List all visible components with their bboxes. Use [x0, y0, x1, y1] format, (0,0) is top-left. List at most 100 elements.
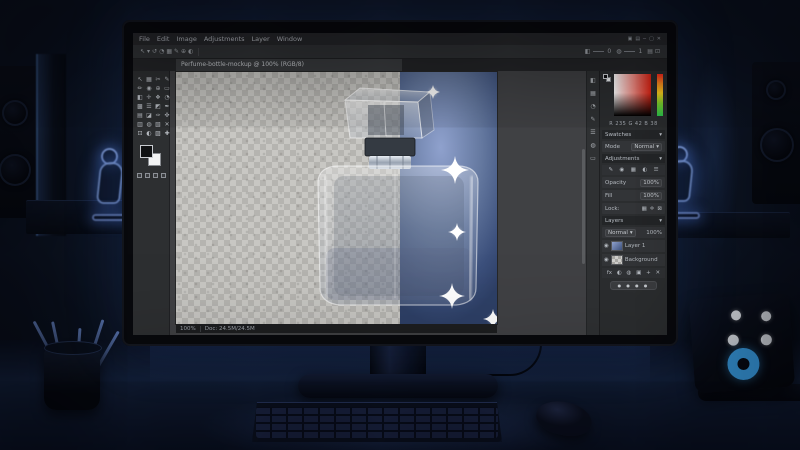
tool-icon[interactable]: ▧	[154, 121, 162, 129]
swatches-header[interactable]: Swatches ▾	[602, 130, 665, 139]
lock-icon[interactable]: ✛	[650, 206, 655, 212]
tool-icon[interactable]: ❖	[154, 94, 162, 102]
layers-panel-button[interactable]: ◐	[617, 270, 622, 276]
option-tool-icon[interactable]: ↖	[140, 48, 145, 55]
dock-mini-button[interactable]	[137, 173, 142, 178]
tool-icon[interactable]: ◧	[136, 94, 144, 102]
adjustment-icon[interactable]: ◐	[642, 167, 647, 173]
panel-dock-icon[interactable]: ◍	[589, 141, 598, 150]
tool-icon[interactable]: ⊕	[154, 85, 162, 93]
adjustment-icon[interactable]: ▦	[631, 167, 636, 173]
tool-icon[interactable]: ⊡	[136, 130, 144, 138]
layer-row[interactable]: ◉ Layer 1	[602, 240, 665, 252]
menu-item[interactable]: Adjustments	[204, 35, 245, 43]
option-icon[interactable]: ▤	[647, 48, 653, 55]
window-control-icon[interactable]: ▢	[649, 36, 654, 42]
panel-dock-icon[interactable]: ◔	[589, 102, 598, 111]
dock-mini-button[interactable]	[153, 173, 158, 178]
dock-mini-button[interactable]	[145, 173, 150, 178]
option-slider-icon[interactable]: ◧	[585, 48, 591, 55]
option-tool-icon[interactable]: ↺	[152, 48, 157, 55]
window-control-icon[interactable]: ▣	[628, 36, 633, 42]
visibility-eye-icon[interactable]: ◉	[604, 243, 609, 249]
window-control-icon[interactable]: ─	[643, 36, 646, 42]
tool-icon[interactable]: ▦	[145, 76, 153, 84]
panel-dock-icon[interactable]: ▭	[589, 154, 598, 163]
menu-item[interactable]: Image	[176, 35, 196, 43]
panel-dock-icon[interactable]: ◧	[589, 76, 598, 85]
option-tool-icon[interactable]: ◔	[159, 48, 164, 55]
layers-panel-button[interactable]: ✕	[656, 270, 661, 276]
panel-dock-icon[interactable]: ✎	[589, 115, 598, 124]
tool-icon[interactable]: ◍	[145, 121, 153, 129]
window-control-icon[interactable]: ✕	[657, 36, 661, 42]
option-icon[interactable]: ⊡	[655, 48, 660, 55]
adjustment-icon[interactable]: ✎	[608, 167, 613, 173]
lock-icon[interactable]: ▦	[642, 206, 647, 212]
tool-icon[interactable]: ◪	[145, 112, 153, 120]
layers-blend-select[interactable]: Normal ▾	[605, 229, 636, 237]
layers-header[interactable]: Layers ▾	[602, 216, 665, 225]
vertical-scrollbar[interactable]	[582, 149, 585, 264]
chevron-down-icon[interactable]: ▾	[659, 156, 662, 162]
tool-icon[interactable]: ☰	[145, 103, 153, 111]
document-tab-strip: Perfume-bottle-mockup @ 100% (RGB/8)	[133, 59, 667, 71]
option-tool-icon[interactable]: ▦	[166, 48, 172, 55]
lock-icon[interactable]: ⊠	[657, 206, 662, 212]
chevron-down-icon[interactable]: ▾	[659, 218, 662, 224]
document-tab[interactable]: Perfume-bottle-mockup @ 100% (RGB/8)	[176, 59, 402, 71]
layers-panel-button[interactable]: fx	[607, 270, 612, 276]
panel-wide-button[interactable]: ● ● ● ●	[610, 281, 657, 290]
saturation-value-picker[interactable]	[614, 74, 651, 116]
mini-foreground-swatch[interactable]	[603, 74, 608, 79]
visibility-eye-icon[interactable]: ◉	[604, 257, 609, 263]
blend-mode-select[interactable]: Normal ▾	[631, 143, 662, 151]
hue-slider[interactable]	[657, 74, 663, 116]
tool-icon[interactable]: ◩	[154, 103, 162, 111]
adjustment-icon[interactable]: ◉	[619, 167, 624, 173]
adjustments-header[interactable]: Adjustments ▾	[602, 154, 665, 163]
canvas[interactable]	[176, 72, 497, 324]
menu-item[interactable]: Layer	[252, 35, 270, 43]
tool-icon[interactable]: ▥	[136, 121, 144, 129]
color-swatch-widget[interactable]	[140, 145, 163, 168]
layers-panel-button[interactable]: ◍	[626, 270, 631, 276]
right-panel: R 235 G 42 B 38 Swatches ▾ Mode Normal ▾	[599, 71, 667, 335]
monitor: FileEditImageAdjustmentsLayerWindow ▣▤─▢…	[122, 20, 678, 346]
swatches-label: Swatches	[605, 132, 631, 138]
layers-panel-button[interactable]: +	[646, 270, 651, 276]
option-slider-track[interactable]	[624, 51, 635, 52]
tool-icon[interactable]: ◉	[145, 85, 153, 93]
tool-icon[interactable]: ◐	[145, 130, 153, 138]
tool-icon[interactable]: ✑	[154, 112, 162, 120]
option-slider-track[interactable]	[593, 51, 604, 52]
tool-icon[interactable]: ▤	[136, 112, 144, 120]
tool-icon[interactable]: ▨	[154, 130, 162, 138]
tool-icon[interactable]: ✛	[145, 94, 153, 102]
zoom-level[interactable]: 100%	[180, 326, 196, 332]
panel-dock-icon[interactable]: ▦	[589, 89, 598, 98]
menu-item[interactable]: Edit	[157, 35, 170, 43]
menu-item[interactable]: File	[139, 35, 150, 43]
tool-icon[interactable]: ✂	[154, 76, 162, 84]
dock-mini-button[interactable]	[161, 173, 166, 178]
option-tool-icon[interactable]: ◐	[188, 48, 193, 55]
panel-dock-icon[interactable]: ☰	[589, 128, 598, 137]
foreground-color-swatch[interactable]	[140, 145, 153, 158]
fill-input[interactable]: 100%	[640, 192, 662, 200]
tool-icon[interactable]: ▩	[136, 103, 144, 111]
layer-row[interactable]: ◉ Background	[602, 254, 665, 266]
tool-icon[interactable]: ↖	[136, 76, 144, 84]
logo-dot	[760, 334, 772, 346]
chevron-down-icon[interactable]: ▾	[659, 132, 662, 138]
adjustment-icon[interactable]: ☰	[654, 167, 659, 173]
option-tool-icon[interactable]: ▾	[147, 48, 150, 55]
layers-panel-button[interactable]: ▣	[636, 270, 641, 276]
window-control-icon[interactable]: ▤	[635, 36, 640, 42]
tool-icon[interactable]: ✏	[136, 85, 144, 93]
option-tool-icon[interactable]: ✎	[174, 48, 179, 55]
option-slider-icon[interactable]: ◍	[616, 48, 621, 55]
option-tool-icon[interactable]: ⊕	[181, 48, 186, 55]
menu-item[interactable]: Window	[277, 35, 303, 43]
opacity-input[interactable]: 100%	[640, 179, 662, 187]
